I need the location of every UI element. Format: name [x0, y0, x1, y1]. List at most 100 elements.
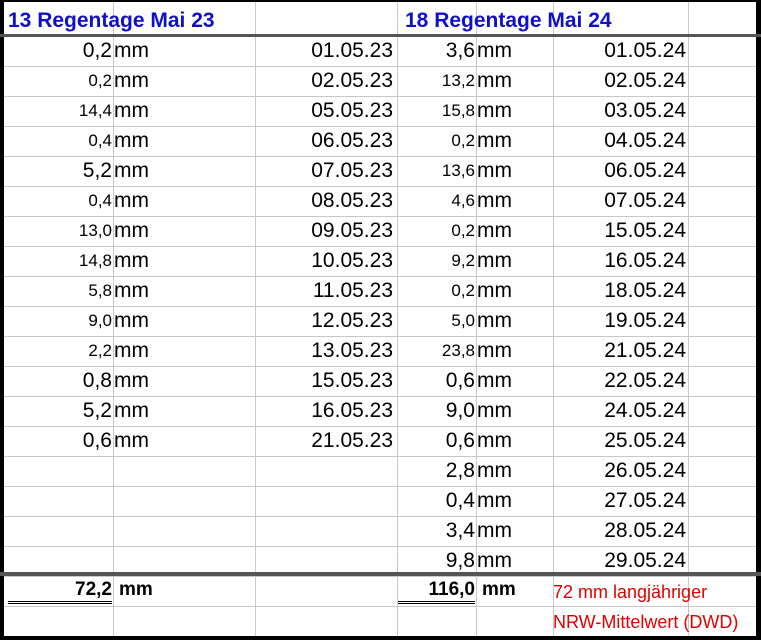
- unit-label: mm: [477, 519, 512, 542]
- header-separator: [0, 34, 761, 37]
- date-cell: 26.05.24: [604, 459, 686, 482]
- unit-label: mm: [477, 279, 512, 302]
- rain-value: 5,2: [82, 159, 112, 182]
- rain-value: 9,2: [451, 251, 475, 270]
- date-cell: 21.05.24: [604, 339, 686, 362]
- rain-value: 0,2: [88, 71, 112, 90]
- date-cell: 16.05.24: [604, 249, 686, 272]
- unit-label: mm: [114, 129, 149, 152]
- rain-value: 13,0: [78, 221, 112, 240]
- date-cell: 13.05.23: [311, 339, 393, 362]
- unit-label: mm: [114, 279, 149, 302]
- rain-value: 0,6: [445, 369, 475, 392]
- unit-label: mm: [114, 219, 149, 242]
- unit-label: mm: [114, 189, 149, 212]
- rain-value: 0,4: [88, 131, 112, 150]
- unit-label: mm: [477, 99, 512, 122]
- rain-value: 0,6: [82, 429, 112, 452]
- unit-label: mm: [114, 309, 149, 332]
- date-cell: 01.05.24: [604, 39, 686, 62]
- rain-value: 5,0: [451, 311, 475, 330]
- rain-value: 13,2: [441, 71, 475, 90]
- unit-label: mm: [477, 489, 512, 512]
- unit-label: mm: [477, 219, 512, 242]
- date-cell: 06.05.24: [604, 159, 686, 182]
- unit-label: mm: [477, 459, 512, 482]
- total-unit: mm: [482, 579, 516, 600]
- total-underline: [8, 603, 112, 604]
- rain-value: 9,0: [88, 311, 112, 330]
- date-cell: 19.05.24: [604, 309, 686, 332]
- unit-label: mm: [477, 159, 512, 182]
- rain-value: 0,8: [82, 369, 112, 392]
- rainfall-spreadsheet: 13 Regentage Mai 23 0,2 mm 01.05.23 0,2 mm 02.…: [0, 0, 761, 640]
- rain-value: 0,6: [445, 429, 475, 452]
- total-separator: [0, 572, 761, 576]
- date-cell: 24.05.24: [604, 399, 686, 422]
- date-cell: 09.05.23: [311, 219, 393, 242]
- date-cell: 02.05.23: [311, 69, 393, 92]
- note-line-1: 72 mm langjähriger: [553, 582, 708, 602]
- rain-value: 0,2: [451, 281, 475, 300]
- unit-label: mm: [477, 399, 512, 422]
- unit-label: mm: [477, 249, 512, 272]
- unit-label: mm: [114, 99, 149, 122]
- outer-border-bottom: [0, 636, 761, 640]
- unit-label: mm: [114, 429, 149, 452]
- date-cell: 07.05.23: [311, 159, 393, 182]
- grid-col-line: [688, 0, 689, 640]
- header-title: 18 Regentage Mai 24: [405, 9, 612, 32]
- unit-label: mm: [477, 39, 512, 62]
- total-underline: [398, 603, 475, 604]
- date-cell: 03.05.24: [604, 99, 686, 122]
- unit-label: mm: [114, 369, 149, 392]
- date-cell: 10.05.23: [311, 249, 393, 272]
- date-cell: 02.05.24: [604, 69, 686, 92]
- date-cell: 18.05.24: [604, 279, 686, 302]
- rain-value: 0,2: [451, 221, 475, 240]
- total-unit: mm: [119, 579, 153, 600]
- rain-value: 2,2: [88, 341, 112, 360]
- rain-value: 3,6: [445, 39, 475, 62]
- date-cell: 11.05.23: [312, 279, 393, 302]
- unit-label: mm: [477, 129, 512, 152]
- unit-label: mm: [114, 39, 149, 62]
- rain-value: 5,8: [88, 281, 112, 300]
- rain-value: 5,2: [82, 399, 112, 422]
- rain-value: 23,8: [441, 341, 475, 360]
- rain-value: 4,6: [451, 191, 475, 210]
- date-cell: 16.05.23: [311, 399, 393, 422]
- rain-value: 14,8: [78, 251, 112, 270]
- date-cell: 04.05.24: [604, 129, 686, 152]
- rain-value: 0,4: [445, 489, 475, 512]
- unit-label: mm: [477, 369, 512, 392]
- total-underline: [8, 601, 112, 602]
- date-cell: 05.05.23: [311, 99, 393, 122]
- unit-label: mm: [114, 399, 149, 422]
- date-cell: 15.05.23: [311, 369, 393, 392]
- outer-border-right: [756, 0, 761, 640]
- unit-label: mm: [114, 159, 149, 182]
- total-underline: [398, 601, 475, 602]
- rain-value: 3,4: [445, 519, 475, 542]
- date-cell: 28.05.24: [604, 519, 686, 542]
- unit-label: mm: [477, 189, 512, 212]
- unit-label: mm: [477, 69, 512, 92]
- rain-value: 13,6: [441, 161, 475, 180]
- date-cell: 27.05.24: [604, 489, 686, 512]
- rain-value: 2,8: [445, 459, 475, 482]
- unit-label: mm: [477, 429, 512, 452]
- unit-label: mm: [114, 339, 149, 362]
- rain-value: 0,4: [88, 191, 112, 210]
- outer-border-left: [0, 0, 4, 640]
- date-cell: 15.05.24: [604, 219, 686, 242]
- unit-label: mm: [114, 249, 149, 272]
- unit-label: mm: [477, 339, 512, 362]
- rain-value: 0,2: [82, 39, 112, 62]
- rain-value: 0,2: [451, 131, 475, 150]
- date-cell: 06.05.23: [311, 129, 393, 152]
- unit-label: mm: [114, 69, 149, 92]
- unit-label: mm: [477, 309, 512, 332]
- date-cell: 25.05.24: [604, 429, 686, 452]
- date-cell: 12.05.23: [311, 309, 393, 332]
